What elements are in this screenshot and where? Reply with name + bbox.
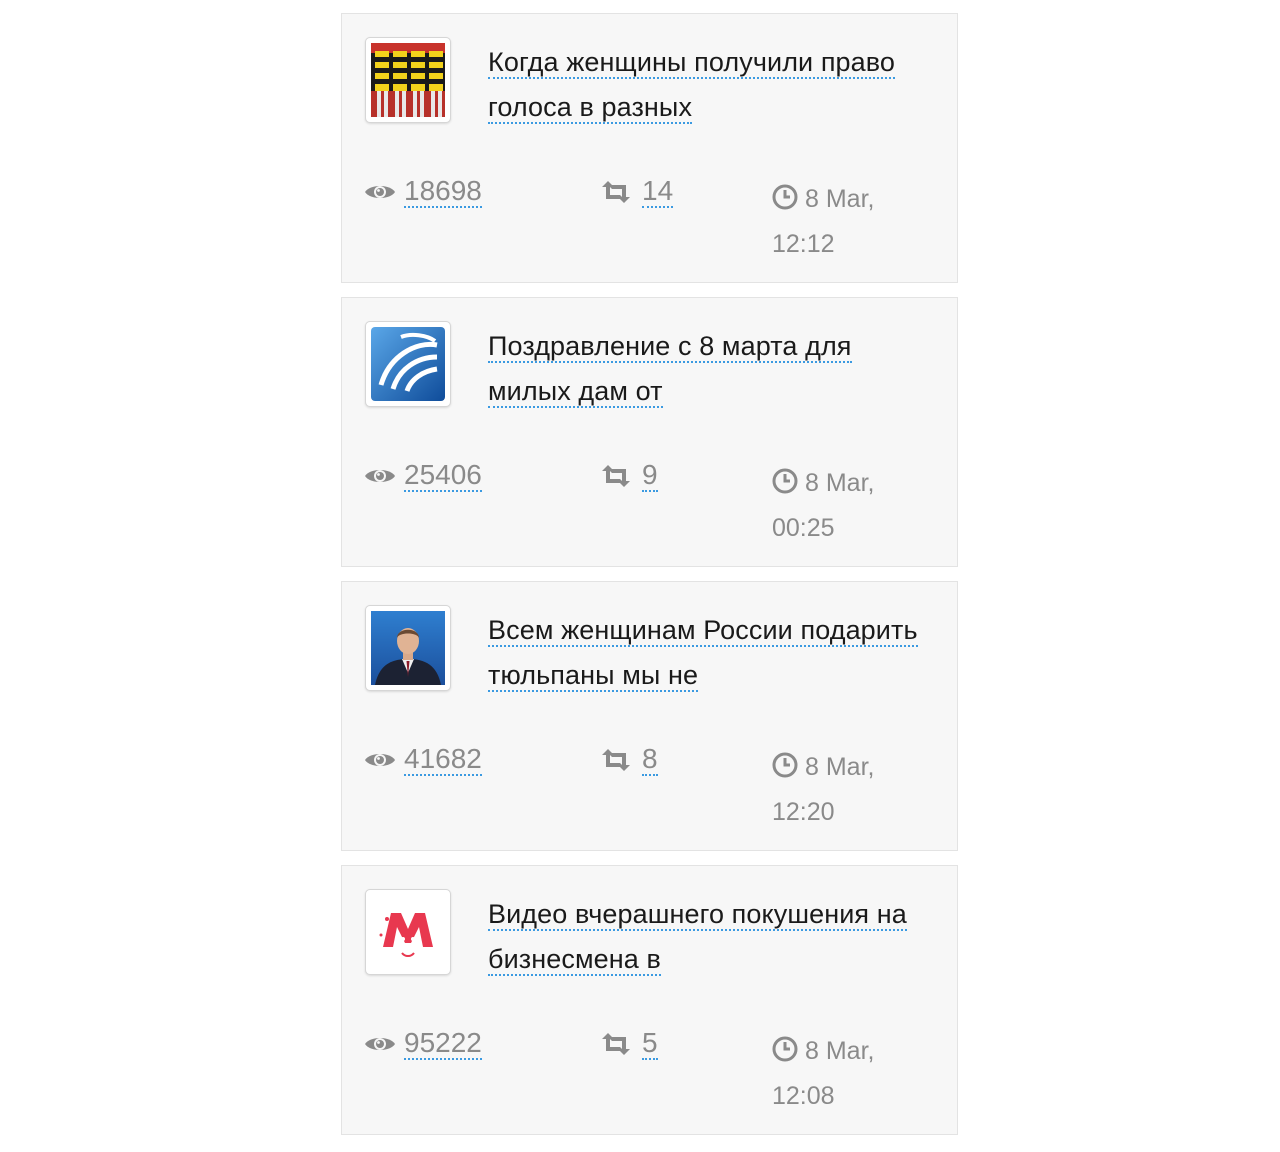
post-timestamp: 8 Mar, 00:25 bbox=[772, 461, 922, 551]
shares-count[interactable]: 5 bbox=[642, 1028, 658, 1060]
post-timestamp: 8 Mar, 12:20 bbox=[772, 745, 922, 835]
shares-counter: 9 bbox=[600, 460, 658, 492]
post-timestamp: 8 Mar, 12:12 bbox=[772, 177, 922, 267]
post-time: 12:12 bbox=[772, 230, 835, 258]
views-count[interactable]: 25406 bbox=[404, 460, 482, 492]
views-count[interactable]: 18698 bbox=[404, 176, 482, 208]
post-date: 8 Mar, bbox=[805, 1037, 875, 1065]
man-in-suit-portrait bbox=[371, 611, 445, 685]
blue-globe-logo bbox=[371, 327, 445, 401]
post-title-link[interactable]: Поздравление с 8 марта для милых дам от bbox=[488, 331, 852, 408]
post-card: Поздравление с 8 марта для милых дам от … bbox=[341, 297, 958, 567]
views-count[interactable]: 95222 bbox=[404, 1028, 482, 1060]
views-counter: 41682 bbox=[364, 744, 482, 776]
views-count[interactable]: 41682 bbox=[404, 744, 482, 776]
post-feed: Когда женщины получили право голоса в ра… bbox=[341, 13, 958, 1149]
post-card: Всем женщинам России подарить тюльпаны м… bbox=[341, 581, 958, 851]
views-counter: 18698 bbox=[364, 176, 482, 208]
post-timestamp: 8 Mar, 12:08 bbox=[772, 1029, 922, 1119]
post-title[interactable]: Поздравление с 8 марта для милых дам от bbox=[488, 324, 928, 414]
post-thumbnail[interactable] bbox=[365, 889, 451, 975]
post-title-link[interactable]: Всем женщинам России подарить тюльпаны м… bbox=[488, 615, 918, 692]
post-time: 00:25 bbox=[772, 514, 835, 542]
views-counter: 25406 bbox=[364, 460, 482, 492]
post-card: Видео вчерашнего покушения на бизнесмена… bbox=[341, 865, 958, 1135]
retweet-icon bbox=[602, 465, 630, 487]
eye-icon bbox=[365, 1038, 395, 1050]
post-title-link[interactable]: Видео вчерашнего покушения на бизнесмена… bbox=[488, 899, 907, 976]
red-m-logo bbox=[371, 895, 445, 969]
eye-icon bbox=[365, 754, 395, 766]
post-card: Когда женщины получили право голоса в ра… bbox=[341, 13, 958, 283]
views-counter: 95222 bbox=[364, 1028, 482, 1060]
post-thumbnail[interactable] bbox=[365, 37, 451, 123]
post-title-link[interactable]: Когда женщины получили право голоса в ра… bbox=[488, 47, 896, 124]
post-date: 8 Mar, bbox=[805, 753, 875, 781]
post-thumbnail[interactable] bbox=[365, 605, 451, 691]
clock-icon bbox=[772, 468, 798, 494]
retweet-icon bbox=[602, 749, 630, 771]
eye-icon bbox=[365, 470, 395, 482]
post-time: 12:08 bbox=[772, 1082, 835, 1110]
retweet-icon bbox=[602, 181, 630, 203]
retweet-icon bbox=[602, 1033, 630, 1055]
shares-counter: 8 bbox=[600, 744, 658, 776]
clock-icon bbox=[772, 1036, 798, 1062]
clock-icon bbox=[772, 184, 798, 210]
post-title[interactable]: Видео вчерашнего покушения на бизнесмена… bbox=[488, 892, 928, 982]
shares-counter: 14 bbox=[600, 176, 674, 208]
post-title[interactable]: Всем женщинам России подарить тюльпаны м… bbox=[488, 608, 928, 698]
post-title[interactable]: Когда женщины получили право голоса в ра… bbox=[488, 40, 928, 130]
post-date: 8 Mar, bbox=[805, 185, 875, 213]
shares-count[interactable]: 8 bbox=[642, 744, 658, 776]
shares-count[interactable]: 14 bbox=[642, 176, 674, 208]
clock-icon bbox=[772, 752, 798, 778]
post-time: 12:20 bbox=[772, 798, 835, 826]
shares-count[interactable]: 9 bbox=[642, 460, 658, 492]
post-thumbnail[interactable] bbox=[365, 321, 451, 407]
post-date: 8 Mar, bbox=[805, 469, 875, 497]
eye-icon bbox=[365, 186, 395, 198]
shares-counter: 5 bbox=[600, 1028, 658, 1060]
bee-striped-figures-image bbox=[371, 43, 445, 117]
